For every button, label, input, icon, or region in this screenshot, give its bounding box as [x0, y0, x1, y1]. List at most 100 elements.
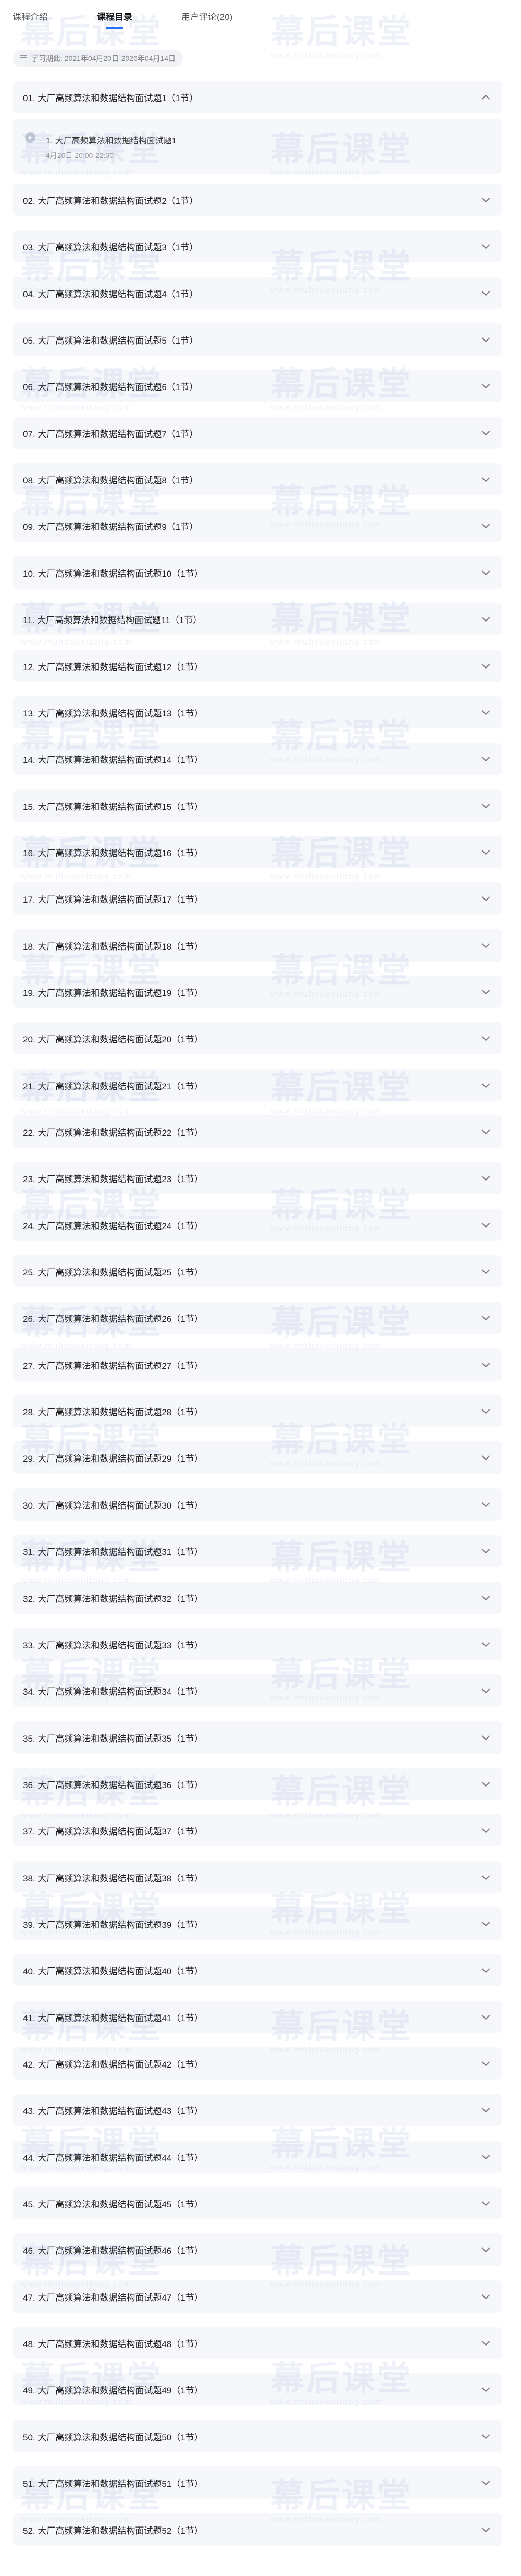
chapter-row[interactable]: 30. 大厂高频算法和数据结构面试题30（1节）: [13, 1488, 502, 1521]
chapter-row[interactable]: 45. 大厂高频算法和数据结构面试题45（1节）: [13, 2187, 502, 2219]
chapter-row[interactable]: 22. 大厂高频算法和数据结构面试题22（1节）: [13, 1115, 502, 1148]
chapter-row[interactable]: 49. 大厂高频算法和数据结构面试题49（1节）: [13, 2373, 502, 2405]
chapter-row[interactable]: 44. 大厂高频算法和数据结构面试题44（1节）: [13, 2141, 502, 2173]
chapter-row[interactable]: 16. 大厂高频算法和数据结构面试题16（1节）: [13, 836, 502, 868]
chevron-down-icon[interactable]: [481, 520, 490, 528]
chevron-down-icon[interactable]: [481, 1126, 490, 1134]
chevron-down-icon[interactable]: [481, 1918, 490, 1926]
chevron-down-icon[interactable]: [481, 2104, 490, 2112]
chapter-row[interactable]: 17. 大厂高频算法和数据结构面试题17（1节）: [13, 882, 502, 915]
chapter-row[interactable]: 03. 大厂高频算法和数据结构面试题3（1节）: [13, 230, 502, 262]
chevron-down-icon[interactable]: [481, 1405, 490, 1414]
chapter-row[interactable]: 20. 大厂高频算法和数据结构面试题20（1节）: [13, 1022, 502, 1054]
chapter-row[interactable]: 38. 大厂高频算法和数据结构面试题38（1节）: [13, 1861, 502, 1893]
chevron-down-icon[interactable]: [481, 2197, 490, 2206]
chapter-row[interactable]: 28. 大厂高频算法和数据结构面试题28（1节）: [13, 1395, 502, 1427]
tab-course-catalog[interactable]: 课程目录: [97, 9, 132, 22]
chapter-row[interactable]: 52. 大厂高频算法和数据结构面试题52（1节）: [13, 2513, 502, 2546]
chevron-down-icon[interactable]: [481, 1778, 490, 1787]
chevron-down-icon[interactable]: [481, 380, 490, 388]
chapter-row[interactable]: 02. 大厂高频算法和数据结构面试题2（1节）: [13, 184, 502, 216]
chevron-down-icon[interactable]: [481, 1592, 490, 1600]
chevron-down-icon[interactable]: [481, 427, 490, 435]
chevron-down-icon[interactable]: [481, 2151, 490, 2159]
chevron-down-icon[interactable]: [481, 707, 490, 715]
chapter-row[interactable]: 15. 大厂高频算法和数据结构面试题15（1节）: [13, 789, 502, 822]
chapter-row[interactable]: 31. 大厂高频算法和数据结构面试题31（1节）: [13, 1535, 502, 1567]
chevron-down-icon[interactable]: [481, 2477, 490, 2485]
chapter-row[interactable]: 34. 大厂高频算法和数据结构面试题34（1节）: [13, 1674, 502, 1707]
chapter-row[interactable]: 40. 大厂高频算法和数据结构面试题40（1节）: [13, 1954, 502, 1986]
chapter-row[interactable]: 29. 大厂高频算法和数据结构面试题29（1节）: [13, 1441, 502, 1474]
chapter-row[interactable]: 42. 大厂高频算法和数据结构面试题42（1节）: [13, 2047, 502, 2080]
chapter-row[interactable]: 43. 大厂高频算法和数据结构面试题43（1节）: [13, 2094, 502, 2126]
chevron-down-icon[interactable]: [481, 1499, 490, 1507]
chevron-down-icon[interactable]: [481, 1638, 490, 1647]
chapter-row[interactable]: 18. 大厂高频算法和数据结构面试题18（1节）: [13, 929, 502, 962]
chapter-row[interactable]: 13. 大厂高频算法和数据结构面试题13（1节）: [13, 696, 502, 728]
chapter-row[interactable]: 50. 大厂高频算法和数据结构面试题50（1节）: [13, 2420, 502, 2452]
chevron-down-icon[interactable]: [481, 846, 490, 855]
chevron-down-icon[interactable]: [481, 1825, 490, 1833]
chapter-row[interactable]: 37. 大厂高频算法和数据结构面试题37（1节）: [13, 1814, 502, 1846]
chevron-down-icon[interactable]: [481, 1032, 490, 1041]
chapter-row[interactable]: 11. 大厂高频算法和数据结构面试题11（1节）: [13, 603, 502, 635]
chevron-down-icon[interactable]: [481, 1079, 490, 1088]
chevron-down-icon[interactable]: [481, 940, 490, 948]
chevron-down-icon[interactable]: [481, 334, 490, 342]
chapter-row[interactable]: 12. 大厂高频算法和数据结构面试题12（1节）: [13, 650, 502, 682]
tab-course-intro[interactable]: 课程介绍: [13, 9, 48, 22]
chevron-down-icon[interactable]: [481, 1266, 490, 1274]
chapter-row[interactable]: 04. 大厂高频算法和数据结构面试题4（1节）: [13, 277, 502, 309]
chevron-down-icon[interactable]: [481, 2384, 490, 2392]
chevron-down-icon[interactable]: [481, 1685, 490, 1693]
chapter-row[interactable]: 46. 大厂高频算法和数据结构面试题46（1节）: [13, 2233, 502, 2266]
section-item[interactable]: 1. 大厂高频算法和数据结构面试题1 4月20日 20:00-22:00: [13, 119, 502, 174]
chapter-row[interactable]: 21. 大厂高频算法和数据结构面试题21（1节）: [13, 1069, 502, 1101]
chevron-down-icon[interactable]: [481, 1732, 490, 1740]
chevron-down-icon[interactable]: [481, 2291, 490, 2299]
chapter-row[interactable]: 25. 大厂高频算法和数据结构面试题25（1节）: [13, 1255, 502, 1287]
chevron-down-icon[interactable]: [481, 240, 490, 249]
chapter-row[interactable]: 05. 大厂高频算法和数据结构面试题5（1节）: [13, 323, 502, 356]
chapter-row[interactable]: 39. 大厂高频算法和数据结构面试题39（1节）: [13, 1907, 502, 1940]
chevron-down-icon[interactable]: [481, 986, 490, 994]
chevron-down-icon[interactable]: [481, 753, 490, 761]
chevron-down-icon[interactable]: [481, 2058, 490, 2066]
chevron-down-icon[interactable]: [481, 1872, 490, 1880]
chapter-row[interactable]: 24. 大厂高频算法和数据结构面试题24（1节）: [13, 1209, 502, 1241]
chevron-down-icon[interactable]: [481, 2337, 490, 2346]
chevron-down-icon[interactable]: [481, 2011, 490, 2020]
chapter-row[interactable]: 36. 大厂高频算法和数据结构面试题36（1节）: [13, 1768, 502, 1800]
chevron-down-icon[interactable]: [481, 2431, 490, 2439]
chapter-row[interactable]: 23. 大厂高频算法和数据结构面试题23（1节）: [13, 1162, 502, 1194]
chapter-row[interactable]: 32. 大厂高频算法和数据结构面试题32（1节）: [13, 1582, 502, 1614]
chapter-row[interactable]: 01. 大厂高频算法和数据结构面试题1（1节）: [13, 81, 502, 113]
chevron-down-icon[interactable]: [481, 893, 490, 901]
chapter-row[interactable]: 09. 大厂高频算法和数据结构面试题9（1节）: [13, 509, 502, 542]
chevron-down-icon[interactable]: [481, 473, 490, 482]
chevron-down-icon[interactable]: [481, 1964, 490, 1973]
chevron-down-icon[interactable]: [481, 613, 490, 622]
chevron-down-icon[interactable]: [481, 1172, 490, 1181]
chevron-up-icon[interactable]: [481, 94, 490, 103]
chapter-row[interactable]: 35. 大厂高频算法和数据结构面试题35（1节）: [13, 1721, 502, 1754]
chevron-down-icon[interactable]: [481, 660, 490, 669]
chevron-down-icon[interactable]: [481, 194, 490, 202]
chevron-down-icon[interactable]: [481, 2244, 490, 2252]
chevron-down-icon[interactable]: [481, 567, 490, 575]
chapter-row[interactable]: 19. 大厂高频算法和数据结构面试题19（1节）: [13, 976, 502, 1008]
chapter-row[interactable]: 26. 大厂高频算法和数据结构面试题26（1节）: [13, 1302, 502, 1334]
chapter-row[interactable]: 47. 大厂高频算法和数据结构面试题47（1节）: [13, 2280, 502, 2313]
chapter-row[interactable]: 06. 大厂高频算法和数据结构面试题6（1节）: [13, 370, 502, 402]
chapter-row[interactable]: 27. 大厂高频算法和数据结构面试题27（1节）: [13, 1348, 502, 1381]
chapter-row[interactable]: 33. 大厂高频算法和数据结构面试题33（1节）: [13, 1628, 502, 1660]
chevron-down-icon[interactable]: [481, 1452, 490, 1460]
chapter-row[interactable]: 41. 大厂高频算法和数据结构面试题41（1节）: [13, 2001, 502, 2033]
chapter-row[interactable]: 10. 大厂高频算法和数据结构面试题10（1节）: [13, 556, 502, 589]
tab-user-reviews[interactable]: 用户评论(20): [181, 9, 232, 22]
chapter-row[interactable]: 07. 大厂高频算法和数据结构面试题7（1节）: [13, 417, 502, 449]
chevron-down-icon[interactable]: [481, 1312, 490, 1320]
chapter-row[interactable]: 48. 大厂高频算法和数据结构面试题48（1节）: [13, 2327, 502, 2359]
chevron-down-icon[interactable]: [481, 1219, 490, 1228]
